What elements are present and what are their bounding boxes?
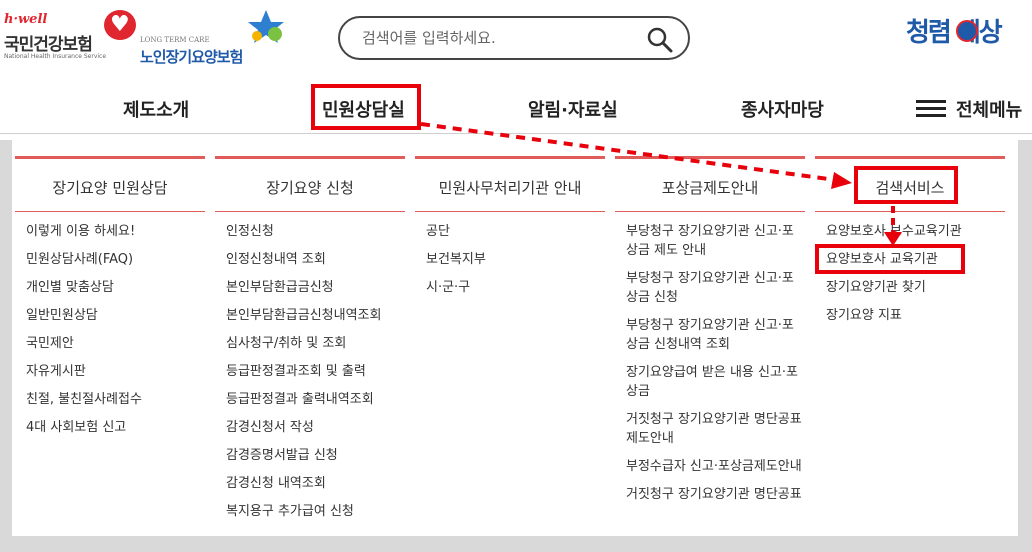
list-item[interactable]: 4대 사회보험 신고 xyxy=(26,418,205,437)
column-title-search-service[interactable]: 검색서비스 xyxy=(815,156,1005,212)
clean-emblem-icon xyxy=(956,20,978,42)
list-item[interactable]: 부당청구 장기요양기관 신고·포상금 신청 xyxy=(626,269,805,307)
submenu-column-ltc-consult: 장기요양 민원상담 이렇게 이용 하세요! 민원상담사례(FAQ) 개인별 맞춤… xyxy=(15,156,205,446)
list-item[interactable]: 보건복지부 xyxy=(426,250,605,269)
list-item[interactable]: 감경신청서 작성 xyxy=(226,418,405,437)
gnb-divider xyxy=(0,133,1032,134)
list-item[interactable]: 장기요양급여 받은 내용 신고·포상금 xyxy=(626,363,805,401)
list-item[interactable]: 요양보호사 보수교육기관 xyxy=(826,222,1005,241)
list-item[interactable]: 개인별 맞춤상담 xyxy=(26,278,205,297)
list-item[interactable]: 친절, 불친절사례접수 xyxy=(26,390,205,409)
hamburger-icon[interactable] xyxy=(916,100,948,118)
list-item[interactable]: 이렇게 이용 하세요! xyxy=(26,222,205,241)
nhis-brand: h·well xyxy=(4,12,48,27)
list-item[interactable]: 인정신청내역 조회 xyxy=(226,250,405,269)
submenu-column-reward: 포상금제도안내 부당청구 장기요양기관 신고·포상금 제도 안내 부당청구 장기… xyxy=(615,156,805,513)
list-item[interactable]: 복지용구 추가급여 신청 xyxy=(226,502,405,521)
column-title-agency-guide[interactable]: 민원사무처리기관 안내 xyxy=(415,156,605,212)
gnb-notice-data[interactable]: 알림·자료실 xyxy=(528,96,618,122)
list-item[interactable]: 일반민원상담 xyxy=(26,306,205,325)
search-box xyxy=(338,16,690,60)
submenu-column-ltc-apply: 장기요양 신청 인정신청 인정신청내역 조회 본인부담환급금신청 본인부담환급금… xyxy=(215,156,405,530)
list-item[interactable]: 부정수급자 신고·포상금제도안내 xyxy=(626,457,805,476)
ltc-name: 노인장기요양보험 xyxy=(140,48,243,66)
list-item[interactable]: 감경신청 내역조회 xyxy=(226,474,405,493)
clean-world-logo[interactable]: 청렴 세상 xyxy=(906,12,1030,52)
gnb-worker[interactable]: 종사자마당 xyxy=(741,96,824,122)
list-item[interactable]: 자유게시판 xyxy=(26,362,205,381)
submenu-column-search-service: 검색서비스 요양보호사 보수교육기관 요양보호사 교육기관 장기요양기관 찾기 … xyxy=(815,156,1005,334)
all-menu-button[interactable]: 전체메뉴 xyxy=(956,96,1022,122)
heart-icon xyxy=(104,10,136,40)
list-item[interactable]: 요양보호사 교육기관 xyxy=(826,250,1005,269)
nhis-logo[interactable]: h·well 국민건강보험 National Health Insurance … xyxy=(4,8,136,64)
nhis-english-name: National Health Insurance Service xyxy=(4,53,107,60)
column-title-ltc-apply[interactable]: 장기요양 신청 xyxy=(215,156,405,212)
list-item[interactable]: 국민제안 xyxy=(26,334,205,353)
list-item[interactable]: 공단 xyxy=(426,222,605,241)
list-item[interactable]: 거짓청구 장기요양기관 명단공표제도안내 xyxy=(626,410,805,448)
search-icon[interactable] xyxy=(646,26,674,54)
ltc-logo[interactable]: LONG TERM CARE 노인장기요양보험 xyxy=(140,8,290,66)
nhis-name: 국민건강보험 xyxy=(4,35,93,55)
list-item[interactable]: 본인부담환급금신청내역조회 xyxy=(226,306,405,325)
search-input[interactable] xyxy=(362,27,642,49)
list-item[interactable]: 장기요양기관 찾기 xyxy=(826,278,1005,297)
list-item[interactable]: 심사청구/취하 및 조회 xyxy=(226,334,405,353)
list-item[interactable]: 민원상담사례(FAQ) xyxy=(26,250,205,269)
column-title-reward[interactable]: 포상금제도안내 xyxy=(615,156,805,212)
ltc-english-name: LONG TERM CARE xyxy=(140,36,210,44)
submenu-column-agency-guide: 민원사무처리기관 안내 공단 보건복지부 시·군·구 xyxy=(415,156,605,306)
list-item[interactable]: 감경증명서발급 신청 xyxy=(226,446,405,465)
list-item[interactable]: 거짓청구 장기요양기관 명단공표 xyxy=(626,485,805,504)
star-emblem-icon xyxy=(248,10,284,43)
list-item[interactable]: 등급판정결과 출력내역조회 xyxy=(226,390,405,409)
list-item[interactable]: 등급판정결과조회 및 출력 xyxy=(226,362,405,381)
clean-world-text: 청렴 세상 xyxy=(906,18,1003,48)
list-item[interactable]: 부당청구 장기요양기관 신고·포상금 제도 안내 xyxy=(626,222,805,260)
list-item[interactable]: 부당청구 장기요양기관 신고·포상금 신청내역 조회 xyxy=(626,316,805,354)
list-item[interactable]: 장기요양 지표 xyxy=(826,306,1005,325)
gnb-civil-service[interactable]: 민원상담실 xyxy=(322,96,405,122)
list-item[interactable]: 본인부담환급금신청 xyxy=(226,278,405,297)
column-title-ltc-consult[interactable]: 장기요양 민원상담 xyxy=(15,156,205,212)
list-item[interactable]: 시·군·구 xyxy=(426,278,605,297)
gnb-intro[interactable]: 제도소개 xyxy=(123,96,189,122)
list-item[interactable]: 인정신청 xyxy=(226,222,405,241)
